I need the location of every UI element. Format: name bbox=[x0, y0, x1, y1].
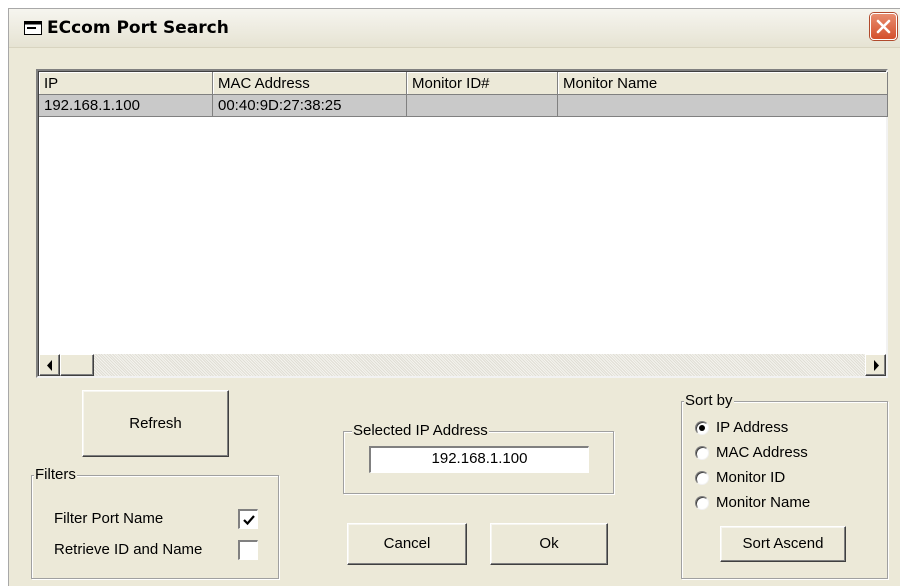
port-search-dialog: ECcom Port Search IP MAC Address Monitor… bbox=[8, 8, 900, 586]
scroll-thumb[interactable] bbox=[60, 354, 94, 376]
arrow-right-icon bbox=[874, 360, 879, 371]
checkmark-icon bbox=[243, 515, 255, 526]
window-icon bbox=[24, 21, 42, 35]
selected-ip-field[interactable]: 192.168.1.100 bbox=[369, 446, 589, 473]
window-title: ECcom Port Search bbox=[47, 18, 229, 38]
scroll-left-button[interactable] bbox=[39, 354, 60, 376]
column-header-ip[interactable]: IP bbox=[39, 72, 213, 95]
retrieve-id-name-checkbox[interactable] bbox=[238, 540, 258, 560]
sort-monitor-name-radio[interactable] bbox=[695, 496, 709, 510]
sort-mac-label[interactable]: MAC Address bbox=[716, 444, 808, 461]
scroll-right-button[interactable] bbox=[865, 354, 886, 376]
sort-monitor-id-radio[interactable] bbox=[695, 471, 709, 485]
sort-by-group: Sort by IP Address MAC Address Monitor I… bbox=[681, 392, 888, 579]
retrieve-id-name-label: Retrieve ID and Name bbox=[54, 541, 203, 558]
sort-monitor-id-label[interactable]: Monitor ID bbox=[716, 469, 785, 486]
horizontal-scrollbar[interactable] bbox=[39, 354, 886, 376]
sort-ip-radio[interactable] bbox=[695, 421, 709, 435]
sort-by-label: Sort by bbox=[684, 392, 734, 409]
column-header-monitor-name[interactable]: Monitor Name bbox=[558, 72, 888, 95]
filter-port-name-checkbox[interactable] bbox=[238, 509, 258, 529]
ok-button[interactable]: Ok bbox=[490, 523, 608, 565]
close-button[interactable] bbox=[870, 13, 897, 40]
cell-monitor-id bbox=[407, 95, 558, 117]
sort-ascend-button[interactable]: Sort Ascend bbox=[720, 526, 846, 562]
selected-ip-label: Selected IP Address bbox=[352, 422, 489, 439]
sort-monitor-name-label[interactable]: Monitor Name bbox=[716, 494, 810, 511]
sort-ip-label[interactable]: IP Address bbox=[716, 419, 788, 436]
title-bar[interactable]: ECcom Port Search bbox=[9, 9, 900, 48]
filter-port-name-label: Filter Port Name bbox=[54, 510, 164, 527]
filters-group: Filters Filter Port Name Retrieve ID and… bbox=[31, 466, 279, 579]
radio-selected-dot bbox=[699, 425, 705, 431]
list-header: IP MAC Address Monitor ID# Monitor Name bbox=[39, 72, 888, 95]
column-header-mac[interactable]: MAC Address bbox=[213, 72, 407, 95]
arrow-left-icon bbox=[47, 360, 52, 371]
refresh-button[interactable]: Refresh bbox=[82, 390, 229, 457]
cancel-button[interactable]: Cancel bbox=[347, 523, 467, 565]
selected-ip-group: Selected IP Address 192.168.1.100 bbox=[343, 422, 614, 494]
cell-ip: 192.168.1.100 bbox=[39, 95, 213, 117]
close-icon bbox=[876, 19, 891, 34]
cell-mac: 00:40:9D:27:38:25 bbox=[213, 95, 407, 117]
table-row[interactable]: 192.168.1.100 00:40:9D:27:38:25 bbox=[39, 95, 888, 117]
device-list[interactable]: IP MAC Address Monitor ID# Monitor Name … bbox=[36, 69, 888, 378]
sort-mac-radio[interactable] bbox=[695, 446, 709, 460]
column-header-monitor-id[interactable]: Monitor ID# bbox=[407, 72, 558, 95]
cell-monitor-name bbox=[558, 95, 888, 117]
filters-label: Filters bbox=[34, 466, 77, 483]
